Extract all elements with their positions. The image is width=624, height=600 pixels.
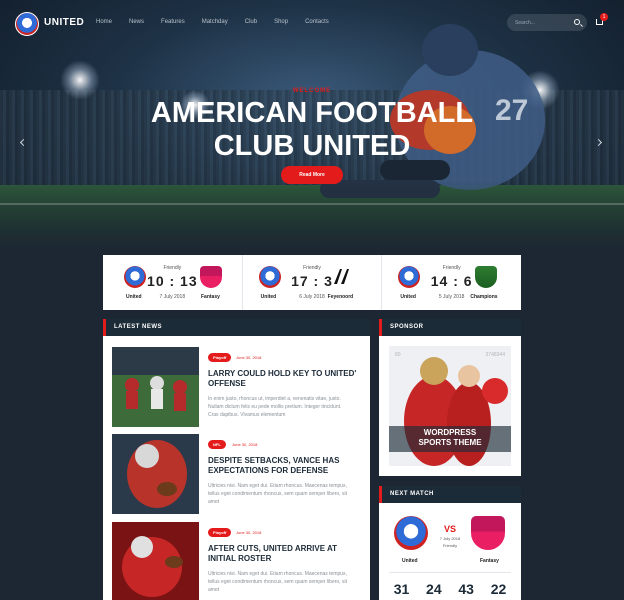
jersey-number-left: 80	[395, 352, 401, 358]
sponsor-banner[interactable]: 80 3748344 WORDPRESS SPORTS THEME	[389, 346, 511, 466]
latest-news-panel: LATEST NEWS Playoff June 30, 2018 LARRY …	[103, 319, 370, 600]
stadium-light	[60, 60, 100, 100]
news-post[interactable]: Playoff June 30, 2018 AFTER CUTS, UNITED…	[112, 522, 362, 600]
post-date: June 30, 2018	[232, 442, 258, 447]
category-badge[interactable]: Playoff	[208, 528, 232, 537]
post-date: June 30, 2018	[236, 530, 262, 535]
match-score: 14 : 6	[430, 273, 473, 289]
news-thumbnail[interactable]	[112, 347, 199, 427]
team-crest-icon	[200, 266, 222, 288]
sponsor-image	[389, 346, 511, 466]
hero-title-line2: CLUB UNITED	[213, 130, 411, 162]
news-post[interactable]: Playoff June 30, 2018 LARRY COULD HOLD K…	[112, 347, 362, 427]
match-type: Friendly	[442, 265, 461, 271]
post-title[interactable]: AFTER CUTS, UNITED ARRIVE AT INITIAL ROS…	[208, 544, 358, 564]
category-badge[interactable]: NFL	[208, 440, 226, 449]
nav-features[interactable]: Features	[161, 19, 185, 25]
post-title[interactable]: DESPITE SETBACKS, VANCE HAS EXPECTATIONS…	[208, 456, 358, 476]
news-post[interactable]: NFL June 30, 2018 DESPITE SETBACKS, VANC…	[112, 434, 362, 514]
countdown-seconds: 22	[490, 581, 507, 597]
sponsor-text-line1: WORDPRESS	[423, 428, 477, 437]
countdown-hours: 24	[426, 581, 442, 597]
match-date: 6 July 2018	[299, 294, 325, 300]
news-thumbnail[interactable]	[112, 434, 199, 514]
post-excerpt: Ultricies nisi. Nam eget dui. Etiam rhon…	[208, 483, 347, 505]
category-badge[interactable]: Playoff	[208, 353, 232, 362]
home-team-name: United	[402, 558, 418, 564]
team-crest-icon	[333, 269, 349, 284]
post-excerpt: Ultricies nisi. Nam eget dui. Etiam rhon…	[208, 571, 347, 593]
away-team-name: Fantasy	[480, 558, 499, 564]
nav-news[interactable]: News	[129, 19, 144, 25]
main-nav: Home News Features Matchday Club Shop Co…	[96, 19, 346, 25]
away-crest-icon	[471, 516, 505, 550]
club-logo[interactable]	[15, 12, 39, 36]
next-match-panel: NEXT MATCH VS 7 July 2018 Friendly Unite…	[379, 486, 521, 600]
post-title[interactable]: LARRY COULD HOLD KEY TO UNITED' OFFENSE	[208, 369, 358, 389]
countdown-timer: 31 24 43 22	[389, 581, 511, 597]
sponsor-panel: SPONSOR 80 3748344 WORDPRESS SPORTS THEM…	[379, 319, 521, 476]
nav-matchday[interactable]: Matchday	[202, 19, 228, 25]
news-thumbnail[interactable]	[112, 522, 199, 600]
hero-title-line1: AMERICAN FOOTBALL	[150, 97, 474, 129]
search-input[interactable]	[515, 17, 565, 28]
latest-news-heading: LATEST NEWS	[103, 319, 370, 336]
search-box	[507, 14, 587, 31]
away-team-name: Fantasy	[201, 294, 220, 300]
read-more-button[interactable]: Read More	[281, 166, 343, 184]
match-score: 17 : 3	[291, 273, 333, 289]
post-date: June 30, 2018	[236, 355, 262, 360]
result-card[interactable]: United Friendly 10 : 13 7 July 2018 Fant…	[103, 255, 243, 310]
nav-home[interactable]: Home	[96, 19, 112, 25]
match-type: Friendly	[303, 265, 321, 271]
result-card[interactable]: United Friendly 14 : 6 5 July 2018 Champ…	[382, 255, 521, 310]
sponsor-text: WORDPRESS SPORTS THEME	[389, 428, 511, 448]
post-excerpt: In enim justo, rhoncus ut, imperdiet a, …	[208, 396, 342, 418]
nav-contacts[interactable]: Contacts	[305, 19, 329, 25]
jersey-number-right: 3748344	[485, 352, 505, 358]
sponsor-text-line2: SPORTS THEME	[418, 438, 482, 447]
next-match-heading: NEXT MATCH	[379, 486, 521, 503]
away-team-name: Champions	[470, 294, 498, 300]
nav-shop[interactable]: Shop	[274, 19, 288, 25]
hero-title: AMERICAN FOOTBALL CLUB UNITED	[0, 97, 624, 163]
countdown-minutes: 43	[458, 581, 474, 597]
result-card[interactable]: United Friendly 17 : 3 6 July 2018 Feyen…	[243, 255, 383, 310]
recent-results: United Friendly 10 : 13 7 July 2018 Fant…	[103, 255, 521, 310]
top-navbar: UNITED Home News Features Matchday Club …	[0, 0, 624, 46]
hero-kicker: WELCOME	[292, 88, 332, 94]
search-icon[interactable]	[574, 19, 580, 25]
away-team-name: Feyenoord	[327, 294, 354, 300]
nav-club[interactable]: Club	[245, 19, 257, 25]
match-date: 5 July 2018	[438, 294, 465, 300]
cart-count-badge: 1	[600, 13, 608, 21]
brand-name[interactable]: UNITED	[44, 17, 84, 28]
sponsor-heading: SPONSOR	[379, 319, 521, 336]
countdown-days: 31	[393, 581, 410, 597]
match-date: 7 July 2018	[159, 294, 186, 300]
